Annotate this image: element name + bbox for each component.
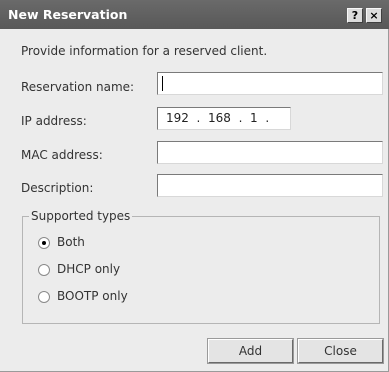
close-button[interactable]: Close [297, 338, 384, 364]
help-button[interactable]: ? [347, 8, 363, 23]
radio-bootp-only[interactable] [38, 291, 50, 303]
reservation-name-input[interactable] [157, 72, 383, 95]
ip-dot: . [192, 111, 205, 125]
supported-types-legend: Supported types [29, 209, 133, 223]
mac-address-label: MAC address: [21, 148, 103, 162]
reservation-name-label: Reservation name: [21, 80, 135, 94]
radio-both-label[interactable]: Both [57, 235, 85, 249]
intro-text: Provide information for a reserved clien… [21, 44, 268, 58]
mac-address-input[interactable] [157, 141, 383, 164]
ip-dot: . [261, 111, 273, 125]
title-bar[interactable]: New Reservation ? × [0, 0, 389, 29]
radio-dhcp-only[interactable] [38, 264, 50, 276]
ip-address-octets: 192 . 168 . 1 . [166, 111, 277, 125]
ip-dot: . [234, 111, 247, 125]
radio-both[interactable] [38, 237, 50, 249]
ip-address-input[interactable]: 192 . 168 . 1 . [157, 107, 291, 130]
radio-bootp-only-label[interactable]: BOOTP only [57, 289, 128, 303]
add-button[interactable]: Add [207, 338, 294, 364]
window-title: New Reservation [8, 7, 128, 22]
description-input[interactable] [157, 174, 383, 197]
text-caret [162, 76, 163, 91]
new-reservation-dialog: New Reservation ? × Provide information … [0, 0, 389, 372]
radio-dhcp-only-label[interactable]: DHCP only [57, 262, 120, 276]
ip-octet-3[interactable]: 1 [250, 111, 258, 125]
ip-octet-1[interactable]: 192 [166, 111, 189, 125]
close-window-button[interactable]: × [366, 8, 382, 23]
ip-octet-2[interactable]: 168 [208, 111, 231, 125]
description-label: Description: [21, 181, 94, 195]
ip-address-label: IP address: [21, 114, 87, 128]
